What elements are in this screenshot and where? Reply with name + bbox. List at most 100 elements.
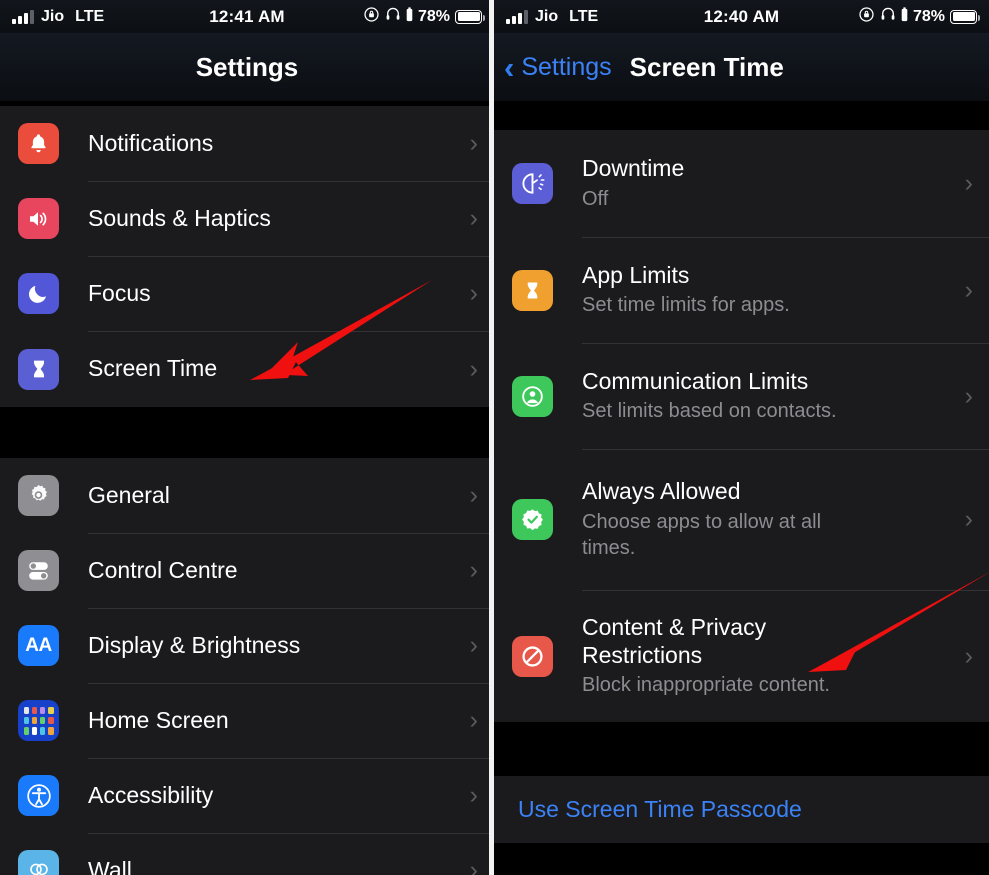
row-label: Display & Brightness bbox=[88, 631, 301, 658]
chevron-right-icon: › bbox=[469, 631, 478, 659]
hourglass-icon bbox=[512, 269, 553, 311]
list-item-always-allowed[interactable]: Always Allowed Choose apps to allow at a… bbox=[494, 449, 989, 590]
sidebar-item-focus[interactable]: Focus › bbox=[0, 256, 494, 331]
chevron-right-icon: › bbox=[469, 481, 478, 509]
row-label: Screen Time bbox=[88, 355, 218, 382]
screen-time-group: Downtime Off › App Limits Set time limit… bbox=[494, 130, 989, 722]
chevron-right-icon: › bbox=[469, 129, 478, 157]
group-gap bbox=[494, 843, 989, 863]
nav-bar-left: Settings bbox=[0, 33, 494, 101]
list-item-communication-limits[interactable]: Communication Limits Set limits based on… bbox=[494, 343, 989, 449]
row-subtitle: Off bbox=[582, 187, 609, 210]
group-gap bbox=[0, 407, 494, 458]
row-label: Downtime bbox=[582, 155, 685, 182]
row-label: General bbox=[88, 481, 170, 508]
nav-bar-right: ‹ Settings Screen Time bbox=[494, 33, 989, 101]
row-subtitle: Set time limits for apps. bbox=[582, 294, 790, 317]
moon-icon bbox=[18, 273, 59, 314]
chevron-right-icon: › bbox=[964, 275, 973, 304]
back-button[interactable]: ‹ Settings bbox=[494, 52, 612, 83]
sidebar-item-sounds-haptics[interactable]: Sounds & Haptics › bbox=[0, 181, 494, 256]
clock-label: 12:40 AM bbox=[703, 6, 780, 26]
chevron-right-icon: › bbox=[469, 279, 478, 307]
chevron-right-icon: › bbox=[469, 781, 478, 809]
speaker-icon bbox=[18, 198, 59, 239]
status-bar-right-group: 78% bbox=[826, 6, 989, 28]
group-gap bbox=[494, 101, 989, 130]
settings-screen-panel: Jio LTE 12:41 AM 78% Settings Notificati… bbox=[0, 0, 494, 875]
chevron-right-icon: › bbox=[469, 204, 478, 232]
sidebar-item-accessibility[interactable]: Accessibility › bbox=[0, 758, 494, 833]
status-bar-left-group: Jio LTE bbox=[0, 8, 163, 26]
toggles-icon bbox=[18, 550, 59, 591]
battery-icon bbox=[950, 9, 981, 24]
sidebar-item-wallpaper[interactable]: Wall › bbox=[0, 833, 494, 875]
list-item-downtime[interactable]: Downtime Off › bbox=[494, 130, 989, 237]
row-label: Sounds & Haptics bbox=[88, 204, 271, 231]
signal-bars-icon bbox=[506, 9, 528, 24]
status-bar-right: Jio LTE 12:40 AM 78% bbox=[494, 0, 989, 33]
row-label: Always Allowed bbox=[582, 478, 741, 505]
sidebar-item-display-brightness[interactable]: AA Display & Brightness › bbox=[0, 608, 494, 683]
row-label: Communication Limits bbox=[582, 367, 809, 394]
headphones-icon bbox=[880, 6, 896, 27]
screen-time-screen-panel: Jio LTE 12:40 AM 78% ‹ Settings Screen T… bbox=[494, 0, 989, 875]
row-subtitle: Choose apps to allow at all times. bbox=[582, 510, 822, 559]
row-label: Accessibility bbox=[88, 781, 214, 808]
page-title: Screen Time bbox=[629, 51, 784, 82]
sidebar-item-notifications[interactable]: Notifications › bbox=[0, 106, 494, 181]
group-gap bbox=[494, 722, 989, 776]
battery-icon bbox=[455, 9, 486, 24]
settings-group-1: Notifications › Sounds & Haptics › Focus… bbox=[0, 106, 494, 407]
battery-percent-label: 78% bbox=[417, 7, 450, 25]
status-bar-left: Jio LTE 12:41 AM 78% bbox=[0, 0, 494, 33]
dual-screenshot-composite: Jio LTE 12:41 AM 78% Settings Notificati… bbox=[0, 0, 989, 875]
rotation-lock-icon bbox=[858, 6, 875, 28]
app-grid-icon bbox=[18, 700, 59, 741]
panel-divider bbox=[489, 0, 494, 875]
bell-icon bbox=[18, 123, 59, 164]
row-label: Focus bbox=[88, 279, 151, 306]
sidebar-item-control-centre[interactable]: Control Centre › bbox=[0, 533, 494, 608]
rotation-lock-icon bbox=[363, 6, 380, 28]
status-bar-left-group: Jio LTE bbox=[494, 8, 657, 26]
row-label: Control Centre bbox=[88, 556, 238, 583]
carrier-label: Jio bbox=[41, 7, 65, 25]
chevron-right-icon: › bbox=[469, 354, 478, 383]
sidebar-item-screen-time[interactable]: Screen Time › bbox=[0, 331, 494, 407]
row-label: Wall bbox=[88, 856, 132, 875]
downtime-clock-icon bbox=[512, 163, 553, 204]
checkmark-badge-icon bbox=[512, 499, 553, 540]
row-label: App Limits bbox=[582, 261, 690, 288]
accessibility-icon bbox=[18, 775, 59, 816]
chevron-right-icon: › bbox=[469, 556, 478, 584]
headphones-icon bbox=[385, 6, 401, 27]
hourglass-icon bbox=[18, 348, 59, 390]
person-badge-icon bbox=[512, 375, 553, 417]
row-subtitle: Set limits based on contacts. bbox=[582, 400, 837, 423]
back-button-label: Settings bbox=[521, 52, 612, 81]
sidebar-item-general[interactable]: General › bbox=[0, 458, 494, 533]
list-item-content-privacy-restrictions[interactable]: Content & Privacy Restrictions Block ina… bbox=[494, 590, 989, 722]
text-size-icon: AA bbox=[18, 625, 59, 666]
network-type-label: LTE bbox=[75, 7, 105, 25]
battery-percent-label: 78% bbox=[912, 7, 945, 25]
accessory-battery-icon bbox=[901, 6, 908, 27]
carrier-label: Jio bbox=[535, 7, 559, 25]
network-type-label: LTE bbox=[569, 7, 599, 25]
row-label: Home Screen bbox=[88, 706, 229, 733]
status-bar-right-group: 78% bbox=[331, 6, 494, 28]
gear-icon bbox=[18, 475, 59, 516]
wallpaper-icon bbox=[18, 850, 59, 875]
use-screen-time-passcode-button[interactable]: Use Screen Time Passcode bbox=[494, 776, 989, 843]
clock-label: 12:41 AM bbox=[209, 6, 285, 26]
list-item-app-limits[interactable]: App Limits Set time limits for apps. › bbox=[494, 237, 989, 343]
chevron-right-icon: › bbox=[964, 169, 973, 197]
chevron-right-icon: › bbox=[964, 641, 973, 670]
sidebar-item-home-screen[interactable]: Home Screen › bbox=[0, 683, 494, 758]
row-label: Notifications bbox=[88, 129, 214, 156]
settings-group-2: General › Control Centre › AA Display & … bbox=[0, 458, 494, 875]
page-title: Settings bbox=[195, 51, 299, 82]
chevron-right-icon: › bbox=[469, 706, 478, 734]
accessory-battery-icon bbox=[406, 6, 413, 27]
